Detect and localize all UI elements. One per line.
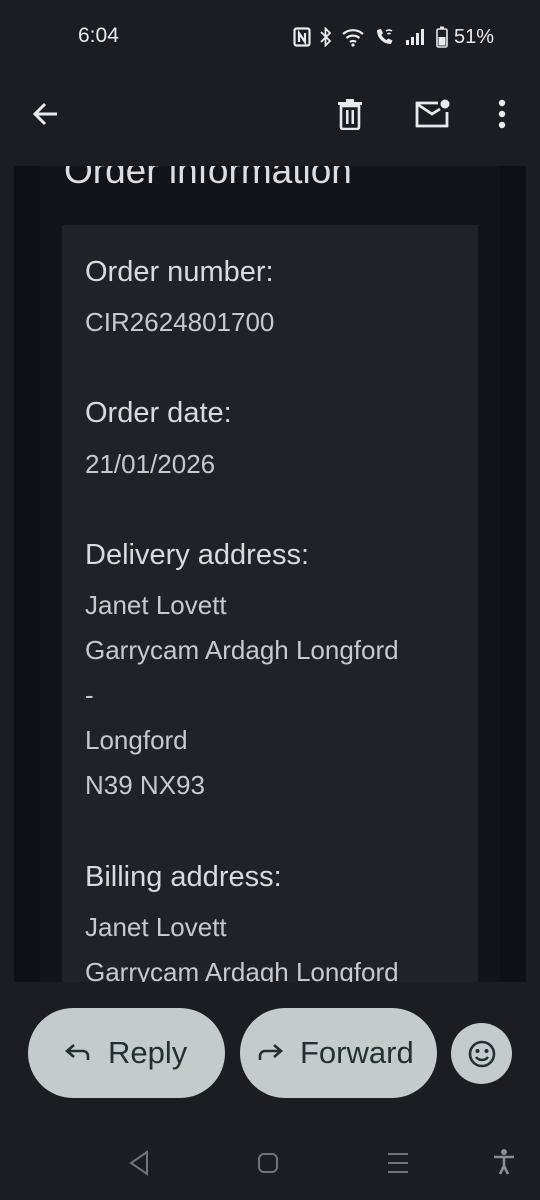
reply-button[interactable]: Reply	[28, 1008, 225, 1098]
order-number-label: Order number:	[85, 256, 274, 288]
billing-address-line: Janet Lovett	[85, 912, 227, 942]
accessibility-icon[interactable]	[492, 1148, 516, 1181]
emoji-icon	[467, 1039, 497, 1069]
bluetooth-icon	[320, 27, 332, 47]
delivery-address-line: Longford	[85, 725, 188, 755]
delivery-address-line: N39 NX93	[85, 770, 205, 800]
billing-address-line: Garrycam Ardagh Longford	[85, 957, 399, 982]
section-title: Order information	[64, 166, 352, 191]
status-time: 6:04	[78, 24, 119, 47]
wifi-icon	[341, 27, 365, 47]
status-bar: 6:04 51%	[0, 0, 540, 76]
order-date-value: 21/01/2026	[85, 449, 216, 479]
wifi-calling-icon	[374, 27, 396, 47]
status-icons: 51%	[293, 23, 494, 51]
reply-icon	[64, 1042, 90, 1064]
order-info-card: Order number: CIR2624801700 Order date: …	[62, 225, 478, 982]
forward-icon	[258, 1042, 284, 1064]
app-bar	[0, 76, 540, 166]
nfc-icon	[293, 27, 311, 47]
reply-label: Reply	[108, 1035, 188, 1070]
delivery-address-line: Garrycam Ardagh Longford	[85, 635, 399, 665]
back-icon[interactable]	[128, 1150, 150, 1181]
email-screen: 6:04 51% Order information Order number:…	[0, 0, 540, 1200]
email-content: Order information Order number: CIR26248…	[40, 166, 500, 982]
order-date-label: Order date:	[85, 397, 232, 429]
battery-percent: 51%	[453, 25, 494, 48]
back-arrow-icon[interactable]	[22, 90, 70, 138]
delivery-address-line: -	[85, 680, 94, 710]
battery-icon	[436, 26, 448, 48]
email-body: Order information Order number: CIR26248…	[14, 166, 526, 982]
signal-icon	[405, 27, 427, 47]
delete-icon[interactable]	[326, 90, 374, 138]
recents-icon[interactable]	[386, 1151, 410, 1180]
home-icon[interactable]	[257, 1152, 279, 1179]
system-nav-bar	[0, 1128, 540, 1200]
forward-label: Forward	[300, 1035, 414, 1070]
delivery-address-line: Janet Lovett	[85, 590, 227, 620]
delivery-address-label: Delivery address:	[85, 539, 310, 571]
forward-button[interactable]: Forward	[240, 1008, 437, 1098]
order-number-value: CIR2624801700	[85, 307, 275, 337]
mark-unread-icon[interactable]	[408, 90, 456, 138]
billing-address-label: Billing address:	[85, 861, 282, 893]
emoji-reaction-button[interactable]	[451, 1023, 512, 1084]
more-vert-icon[interactable]	[478, 90, 526, 138]
